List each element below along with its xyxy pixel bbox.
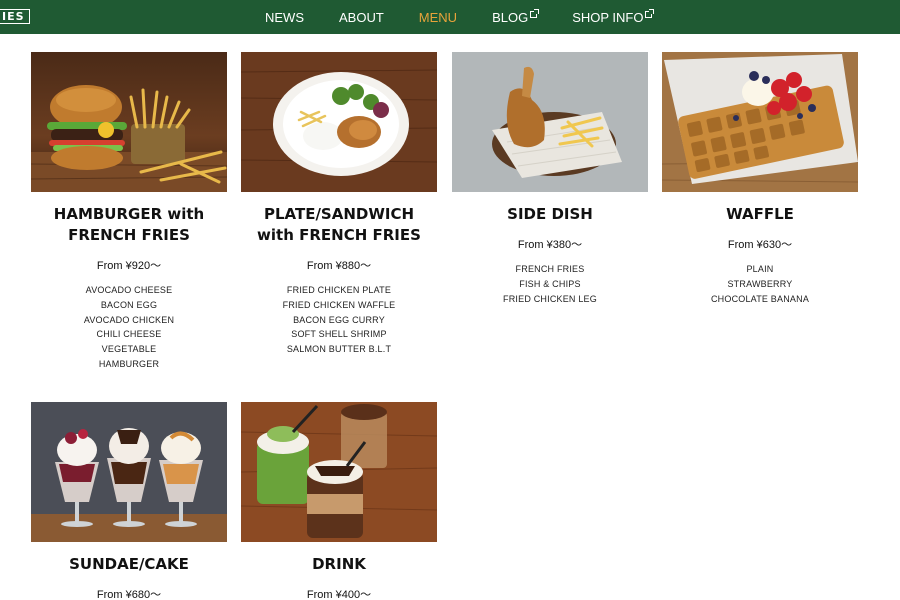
nav-blog-label: BLOG [492,9,529,25]
card-price: From ¥920～ [96,260,162,272]
nav-about[interactable]: ABOUT [339,10,384,25]
card-title-line1: PLATE/SANDWICH [263,205,415,223]
sundae-photo[interactable] [31,402,227,542]
list-item: BACON EGG CURRY [293,314,385,325]
site-logo[interactable]: IES [0,9,30,24]
nav-shop-info-label: SHOP INFO [572,9,644,25]
external-link-icon [645,8,655,18]
card-items: FRENCH FRIES FISH & CHIPS FRIED CHICKEN … [452,262,648,306]
menu-card-side-dish[interactable]: SIDE DISH From ¥380～ FRENCH FRIES FISH &… [452,52,648,306]
card-price: From ¥630～ [727,239,793,251]
card-title: DRINK [312,555,366,573]
card-price: From ¥680～ [96,589,162,600]
card-title: SUNDAE/CAKE [69,555,189,573]
list-item: CHOCOLATE BANANA [710,293,810,304]
card-price: From ¥380～ [517,239,583,251]
list-item: SALMON BUTTER B.L.T [286,344,392,355]
nav-news[interactable]: NEWS [265,10,304,25]
waffle-photo[interactable] [662,52,858,192]
menu-card-sundae[interactable]: SUNDAE/CAKE From ¥680～ [31,402,227,600]
hamburger-photo[interactable] [31,52,227,192]
menu-card-waffle[interactable]: WAFFLE From ¥630～ PLAIN STRAWBERRY CHOCO… [662,52,858,306]
list-item: CHILI CHEESE [96,329,162,340]
list-item: AVOCADO CHICKEN [83,314,175,325]
nav-shop-info[interactable]: SHOP INFO [572,8,655,25]
card-title: PLATE/SANDWICH with FRENCH FRIES [241,204,437,246]
list-item: SOFT SHELL SHRIMP [291,329,387,340]
card-price: From ¥880～ [306,260,372,272]
menu-card-plate[interactable]: PLATE/SANDWICH with FRENCH FRIES From ¥88… [241,52,437,357]
menu-card-hamburger[interactable]: HAMBURGER with FRENCH FRIES From ¥920～ AV… [31,52,227,372]
card-items: PLAIN STRAWBERRY CHOCOLATE BANANA [662,262,858,306]
list-item: BACON EGG [100,299,158,310]
list-item: VEGETABLE [101,344,157,355]
card-title: HAMBURGER with FRENCH FRIES [31,204,227,246]
card-title-line2: with FRENCH FRIES [257,226,421,244]
list-item: PLAIN [746,264,774,274]
list-item: FRENCH FRIES [515,264,585,274]
card-title-line1: HAMBURGER with [53,205,205,223]
list-item: AVOCADO CHEESE [85,285,173,295]
card-items: AVOCADO CHEESE BACON EGG AVOCADO CHICKEN… [31,283,227,372]
nav-blog[interactable]: BLOG [492,8,540,25]
list-item: FRIED CHICKEN WAFFLE [282,299,396,310]
card-price: From ¥400～ [306,589,372,600]
card-title: WAFFLE [726,205,794,223]
card-title: SIDE DISH [507,205,593,223]
list-item: FISH & CHIPS [519,278,581,289]
main-nav: NEWS ABOUT MENU BLOG SHOP INFO [265,0,687,34]
external-link-icon [530,8,540,18]
list-item: FRIED CHICKEN LEG [503,293,597,304]
drink-photo[interactable] [241,402,437,542]
nav-menu[interactable]: MENU [419,10,457,25]
list-item: HAMBURGER [98,358,160,369]
card-title-line2: FRENCH FRIES [68,226,190,244]
top-nav-bar: IES NEWS ABOUT MENU BLOG SHOP INFO [0,0,900,34]
menu-card-drink[interactable]: DRINK From ¥400～ [241,402,437,600]
list-item: STRAWBERRY [727,278,793,289]
list-item: FRIED CHICKEN PLATE [286,285,392,295]
card-items: FRIED CHICKEN PLATE FRIED CHICKEN WAFFLE… [241,283,437,357]
side-dish-photo[interactable] [452,52,648,192]
plate-photo[interactable] [241,52,437,192]
